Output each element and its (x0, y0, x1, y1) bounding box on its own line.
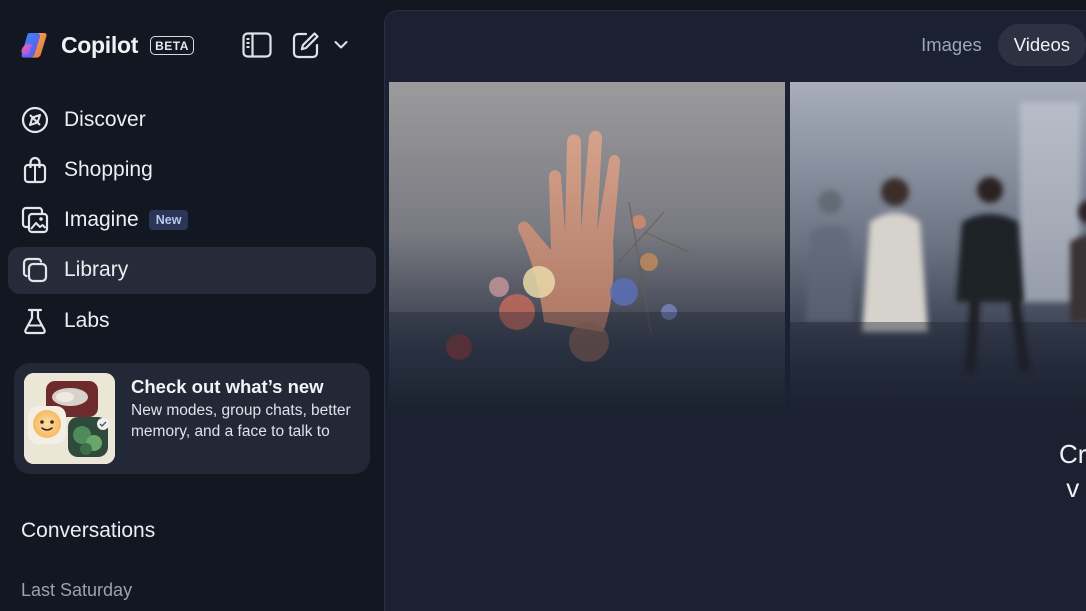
nav-item-shopping[interactable]: Shopping (8, 146, 376, 193)
library-panel: Images Videos Cr v (384, 10, 1086, 611)
compass-icon (21, 106, 49, 134)
new-badge: New (148, 210, 189, 231)
nav-label: Imagine (64, 208, 139, 232)
shopping-bag-icon (21, 156, 49, 184)
people-meeting-image (790, 82, 1086, 412)
chevron-down-icon (334, 41, 348, 49)
copilot-app: Copilot BETA Discover Shopping Imagine N… (0, 0, 1086, 611)
copilot-logo-icon (21, 33, 47, 58)
sidebar: Copilot BETA Discover Shopping Imagine N… (0, 0, 384, 611)
app-name: Copilot (61, 31, 139, 58)
sidebar-top-actions (240, 29, 351, 61)
video-thumbnail-hand-flowers[interactable] (389, 82, 785, 412)
whats-new-title: Check out what’s new (131, 376, 324, 397)
tab-videos[interactable]: Videos (997, 24, 1086, 66)
conversation-group-label: Last Saturday (21, 580, 133, 600)
new-chat-options-button[interactable] (331, 29, 351, 61)
nav-item-library[interactable]: Library (8, 246, 376, 294)
hero-text: Cr v (1059, 439, 1086, 503)
video-thumbnail-people-meeting[interactable] (790, 82, 1086, 412)
sidebar-panel-icon (242, 32, 272, 58)
brand[interactable]: Copilot BETA (19, 27, 194, 63)
nav-label: Labs (64, 308, 110, 332)
compose-icon (292, 32, 319, 59)
whats-new-card[interactable]: Check out what’s new New modes, group ch… (14, 363, 370, 474)
nav-item-imagine[interactable]: Imagine New (8, 197, 376, 244)
whats-new-illustration (24, 373, 115, 464)
image-sparkle-icon (21, 206, 49, 234)
beta-badge: BETA (150, 35, 194, 55)
sidebar-nav: Discover Shopping Imagine New Library La… (8, 96, 376, 347)
nav-item-discover[interactable]: Discover (8, 96, 376, 143)
hand-flowers-image (389, 82, 785, 412)
nav-label: Discover (64, 107, 146, 131)
flask-icon (21, 307, 49, 335)
toggle-sidebar-button[interactable] (240, 29, 274, 61)
library-icon (21, 256, 49, 284)
nav-label: Library (64, 258, 129, 282)
nav-label: Shopping (64, 157, 153, 181)
nav-item-labs[interactable]: Labs (8, 297, 376, 344)
whats-new-description: New modes, group chats, better memory, a… (131, 402, 351, 440)
new-chat-button[interactable] (289, 29, 323, 61)
media-tabs: Images Videos (905, 24, 1086, 66)
tab-images[interactable]: Images (905, 24, 998, 66)
conversations-heading: Conversations (21, 519, 156, 542)
